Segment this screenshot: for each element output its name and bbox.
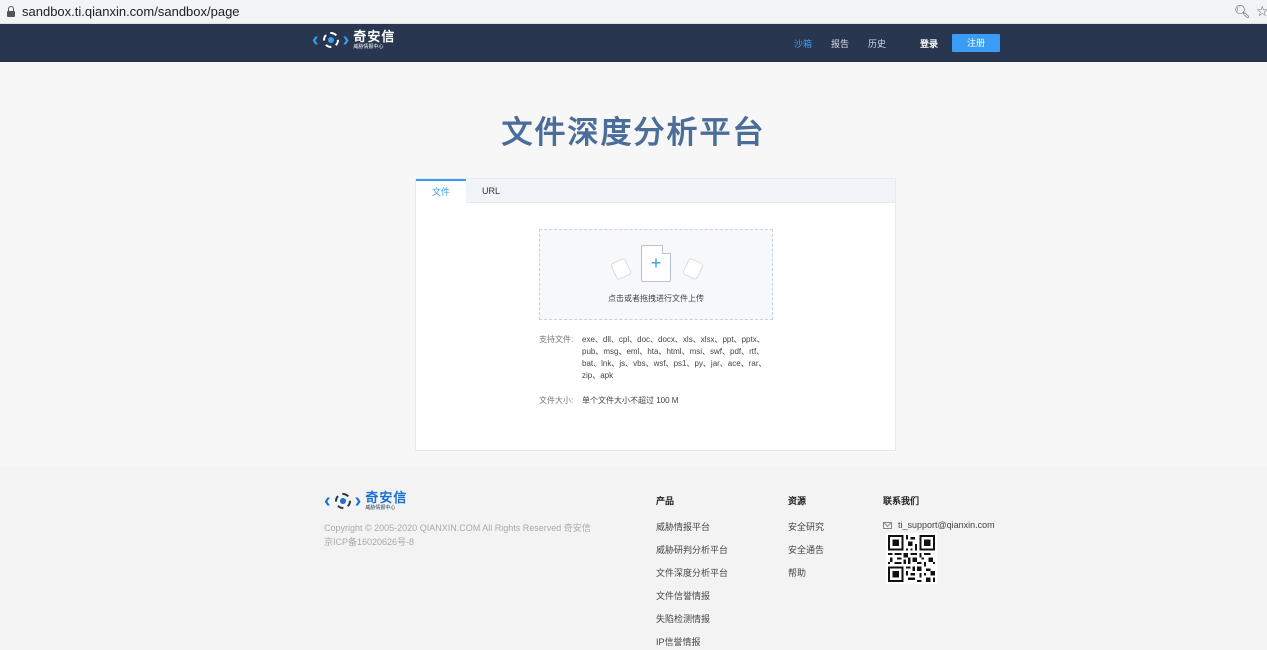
tab-bar: 文件 URL <box>416 179 895 204</box>
document-icon <box>681 257 705 281</box>
footer-link[interactable]: 文件信誉情报 <box>656 589 728 612</box>
nav-history[interactable]: 历史 <box>868 37 886 50</box>
copyright: Copyright © 2005-2020 QIANXIN.COM All Ri… <box>324 521 614 549</box>
footer-resources-title: 资源 <box>788 496 807 506</box>
logo-name: 奇安信 <box>353 29 396 44</box>
footer-contact-title: 联系我们 <box>883 496 920 506</box>
footer-link[interactable]: IP信誉情报 <box>656 635 728 650</box>
logo-mark-icon <box>320 30 342 50</box>
contact-email[interactable]: ti_support@qianxin.com <box>883 520 995 530</box>
footer-link[interactable]: 帮助 <box>788 566 824 589</box>
copyright-text: Copyright © 2005-2020 QIANXIN.COM All Ri… <box>324 523 591 533</box>
footer-link[interactable]: 文件深度分析平台 <box>656 566 728 589</box>
footer-resources: 资源 安全研究 安全通告 帮助 <box>788 494 824 589</box>
logo-bracket-right: › <box>354 490 362 512</box>
logo-bracket-left: ‹ <box>312 29 319 51</box>
mail-icon <box>883 521 892 529</box>
tab-file[interactable]: 文件 <box>416 179 466 204</box>
logo-subtitle: 威胁情报中心 <box>353 44 384 50</box>
register-button[interactable]: 注册 <box>952 34 1000 52</box>
icp-number[interactable]: 京ICP备16020626号-8 <box>324 535 614 549</box>
logo-bracket-right: › <box>342 29 350 51</box>
document-icon <box>609 257 633 281</box>
logo-mark-icon <box>332 491 354 511</box>
lock-icon <box>7 6 15 17</box>
url-text[interactable]: sandbox.ti.qianxin.com/sandbox/page <box>22 4 240 19</box>
footer-products-title: 产品 <box>656 496 675 506</box>
nav-sandbox[interactable]: 沙箱 <box>794 37 812 50</box>
site-footer: ‹ › 奇安信 威胁情报中心 Copyright © 2005-2020 QIA… <box>0 467 1267 650</box>
upload-hint: 点击或者拖拽进行文件上传 <box>608 294 704 303</box>
site-header: ‹ › 奇安信 威胁情报中心 沙箱 报告 历史 登录 注册 <box>0 24 1267 62</box>
logo-bracket-left: ‹ <box>324 490 331 512</box>
nav-report[interactable]: 报告 <box>831 37 849 50</box>
footer-link[interactable]: 威胁研判分析平台 <box>656 543 728 566</box>
supported-types-value: exe、dll、cpl、doc、docx、xls、xlsx、ppt、pptx、p… <box>582 335 767 380</box>
footer-link[interactable]: 安全研究 <box>788 520 824 543</box>
file-size-limit: 文件大小: 单个文件大小不超过 100 M <box>539 395 772 407</box>
login-link[interactable]: 登录 <box>920 37 938 50</box>
main-content: 文件深度分析平台 文件 URL + 点击或者拖拽进行文件上传 支持文件: exe… <box>0 62 1267 467</box>
footer-contact: 联系我们 ti_support@qianxin.com <box>883 494 995 530</box>
browser-address-bar[interactable]: sandbox.ti.qianxin.com/sandbox/page 🔍︎ ☆ <box>0 0 1267 24</box>
upload-panel: 文件 URL + 点击或者拖拽进行文件上传 支持文件: exe、dll、cpl、… <box>415 178 896 451</box>
file-size-value: 单个文件大小不超过 100 M <box>582 396 679 405</box>
footer-logo[interactable]: ‹ › 奇安信 威胁情报中心 <box>324 491 407 511</box>
footer-link[interactable]: 威胁情报平台 <box>656 520 728 543</box>
file-dropzone[interactable]: + 点击或者拖拽进行文件上传 <box>539 229 773 320</box>
tab-url[interactable]: URL <box>466 179 516 203</box>
bookmark-star-icon[interactable]: ☆ <box>1256 3 1267 20</box>
page-title: 文件深度分析平台 <box>501 115 766 150</box>
footer-link[interactable]: 安全通告 <box>788 543 824 566</box>
footer-logo-subtitle: 威胁情报中心 <box>365 505 396 511</box>
footer-link[interactable]: 失陷检测情报 <box>656 612 728 635</box>
supported-types-label: 支持文件: <box>539 335 574 344</box>
footer-logo-name: 奇安信 <box>365 490 408 505</box>
add-file-icon: + <box>641 245 671 282</box>
contact-email-text[interactable]: ti_support@qianxin.com <box>898 520 995 530</box>
brand-logo[interactable]: ‹ › 奇安信 威胁情报中心 <box>312 30 395 50</box>
search-icon[interactable]: 🔍︎ <box>1234 4 1251 20</box>
qr-code-icon <box>886 533 937 584</box>
footer-products: 产品 威胁情报平台 威胁研判分析平台 文件深度分析平台 文件信誉情报 失陷检测情… <box>656 494 728 650</box>
file-size-label: 文件大小: <box>539 396 574 405</box>
supported-types: 支持文件: exe、dll、cpl、doc、docx、xls、xlsx、ppt、… <box>539 334 772 382</box>
